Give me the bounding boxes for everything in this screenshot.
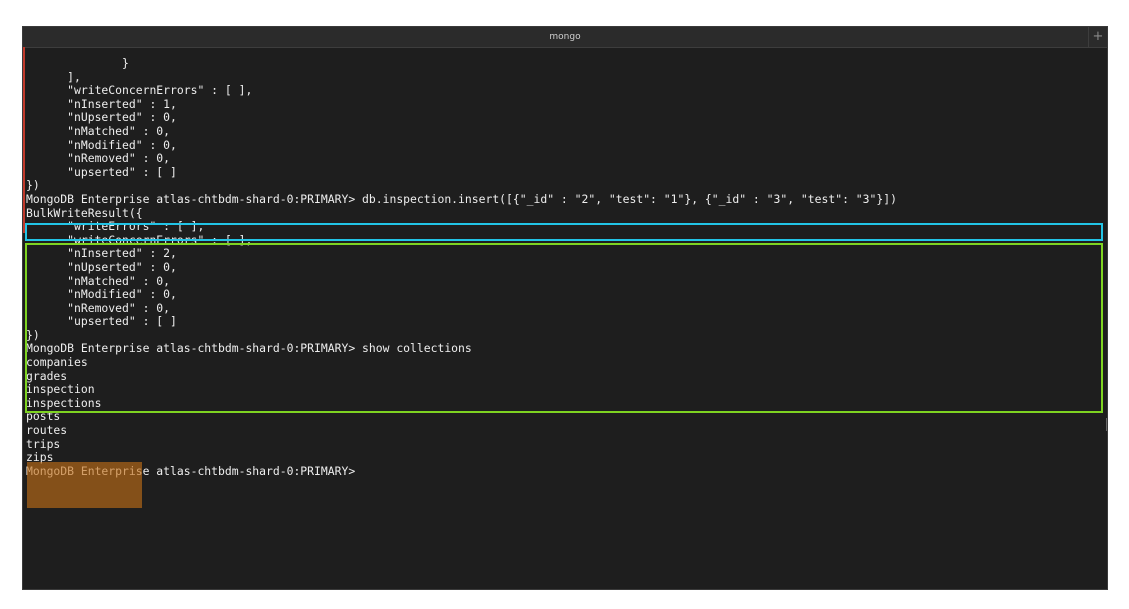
terminal-line: "nInserted" : 1, <box>26 97 177 111</box>
terminal-line: "writeConcernErrors" : [ ], <box>26 233 253 247</box>
terminal-line: MongoDB Enterprise atlas-chtbdm-shard-0:… <box>26 192 897 206</box>
terminal-line: MongoDB Enterprise atlas-chtbdm-shard-0:… <box>26 464 356 478</box>
terminal-line: } <box>26 57 129 70</box>
terminal-line: routes <box>26 424 68 438</box>
terminal-line: }) <box>26 328 40 342</box>
left-edge-marker <box>23 47 25 233</box>
terminal-line: zips <box>26 451 54 465</box>
terminal-line: "nInserted" : 2, <box>26 247 177 261</box>
terminal-line: "writeErrors" : [ ], <box>26 220 205 234</box>
terminal-line: grades <box>26 369 68 383</box>
terminal-line: "writeConcernErrors" : [ ], <box>26 84 253 98</box>
terminal-line: "nModified" : 0, <box>26 288 177 302</box>
terminal-line: "nRemoved" : 0, <box>26 301 171 315</box>
terminal-line: "nMatched" : 0, <box>26 124 171 138</box>
new-tab-button[interactable]: + <box>1088 27 1107 47</box>
terminal-line: companies <box>26 356 88 370</box>
terminal-line: inspection <box>26 383 95 397</box>
terminal-line: "nRemoved" : 0, <box>26 152 171 166</box>
terminal-line: "upserted" : [ ] <box>26 165 177 179</box>
scroll-indicator <box>1106 418 1107 431</box>
terminal-line: trips <box>26 437 61 451</box>
terminal-line: posts <box>26 410 61 424</box>
terminal-line: "nUpserted" : 0, <box>26 260 177 274</box>
terminal-line: }) <box>26 179 40 193</box>
terminal-line: ], <box>26 70 81 84</box>
title-bar: mongo + <box>23 27 1107 48</box>
terminal-window: mongo + } ], "writeConcernErrors" : [ ],… <box>22 26 1108 590</box>
terminal-line: "nMatched" : 0, <box>26 274 171 288</box>
terminal-line: MongoDB Enterprise atlas-chtbdm-shard-0:… <box>26 342 472 356</box>
terminal-output[interactable]: } ], "writeConcernErrors" : [ ], "nInser… <box>26 57 1107 589</box>
window-title: mongo <box>549 32 581 42</box>
terminal-line: "nModified" : 0, <box>26 138 177 152</box>
terminal-line: BulkWriteResult({ <box>26 206 143 220</box>
terminal-line: "upserted" : [ ] <box>26 315 177 329</box>
terminal-line: "nUpserted" : 0, <box>26 111 177 125</box>
terminal-line: inspections <box>26 396 102 410</box>
